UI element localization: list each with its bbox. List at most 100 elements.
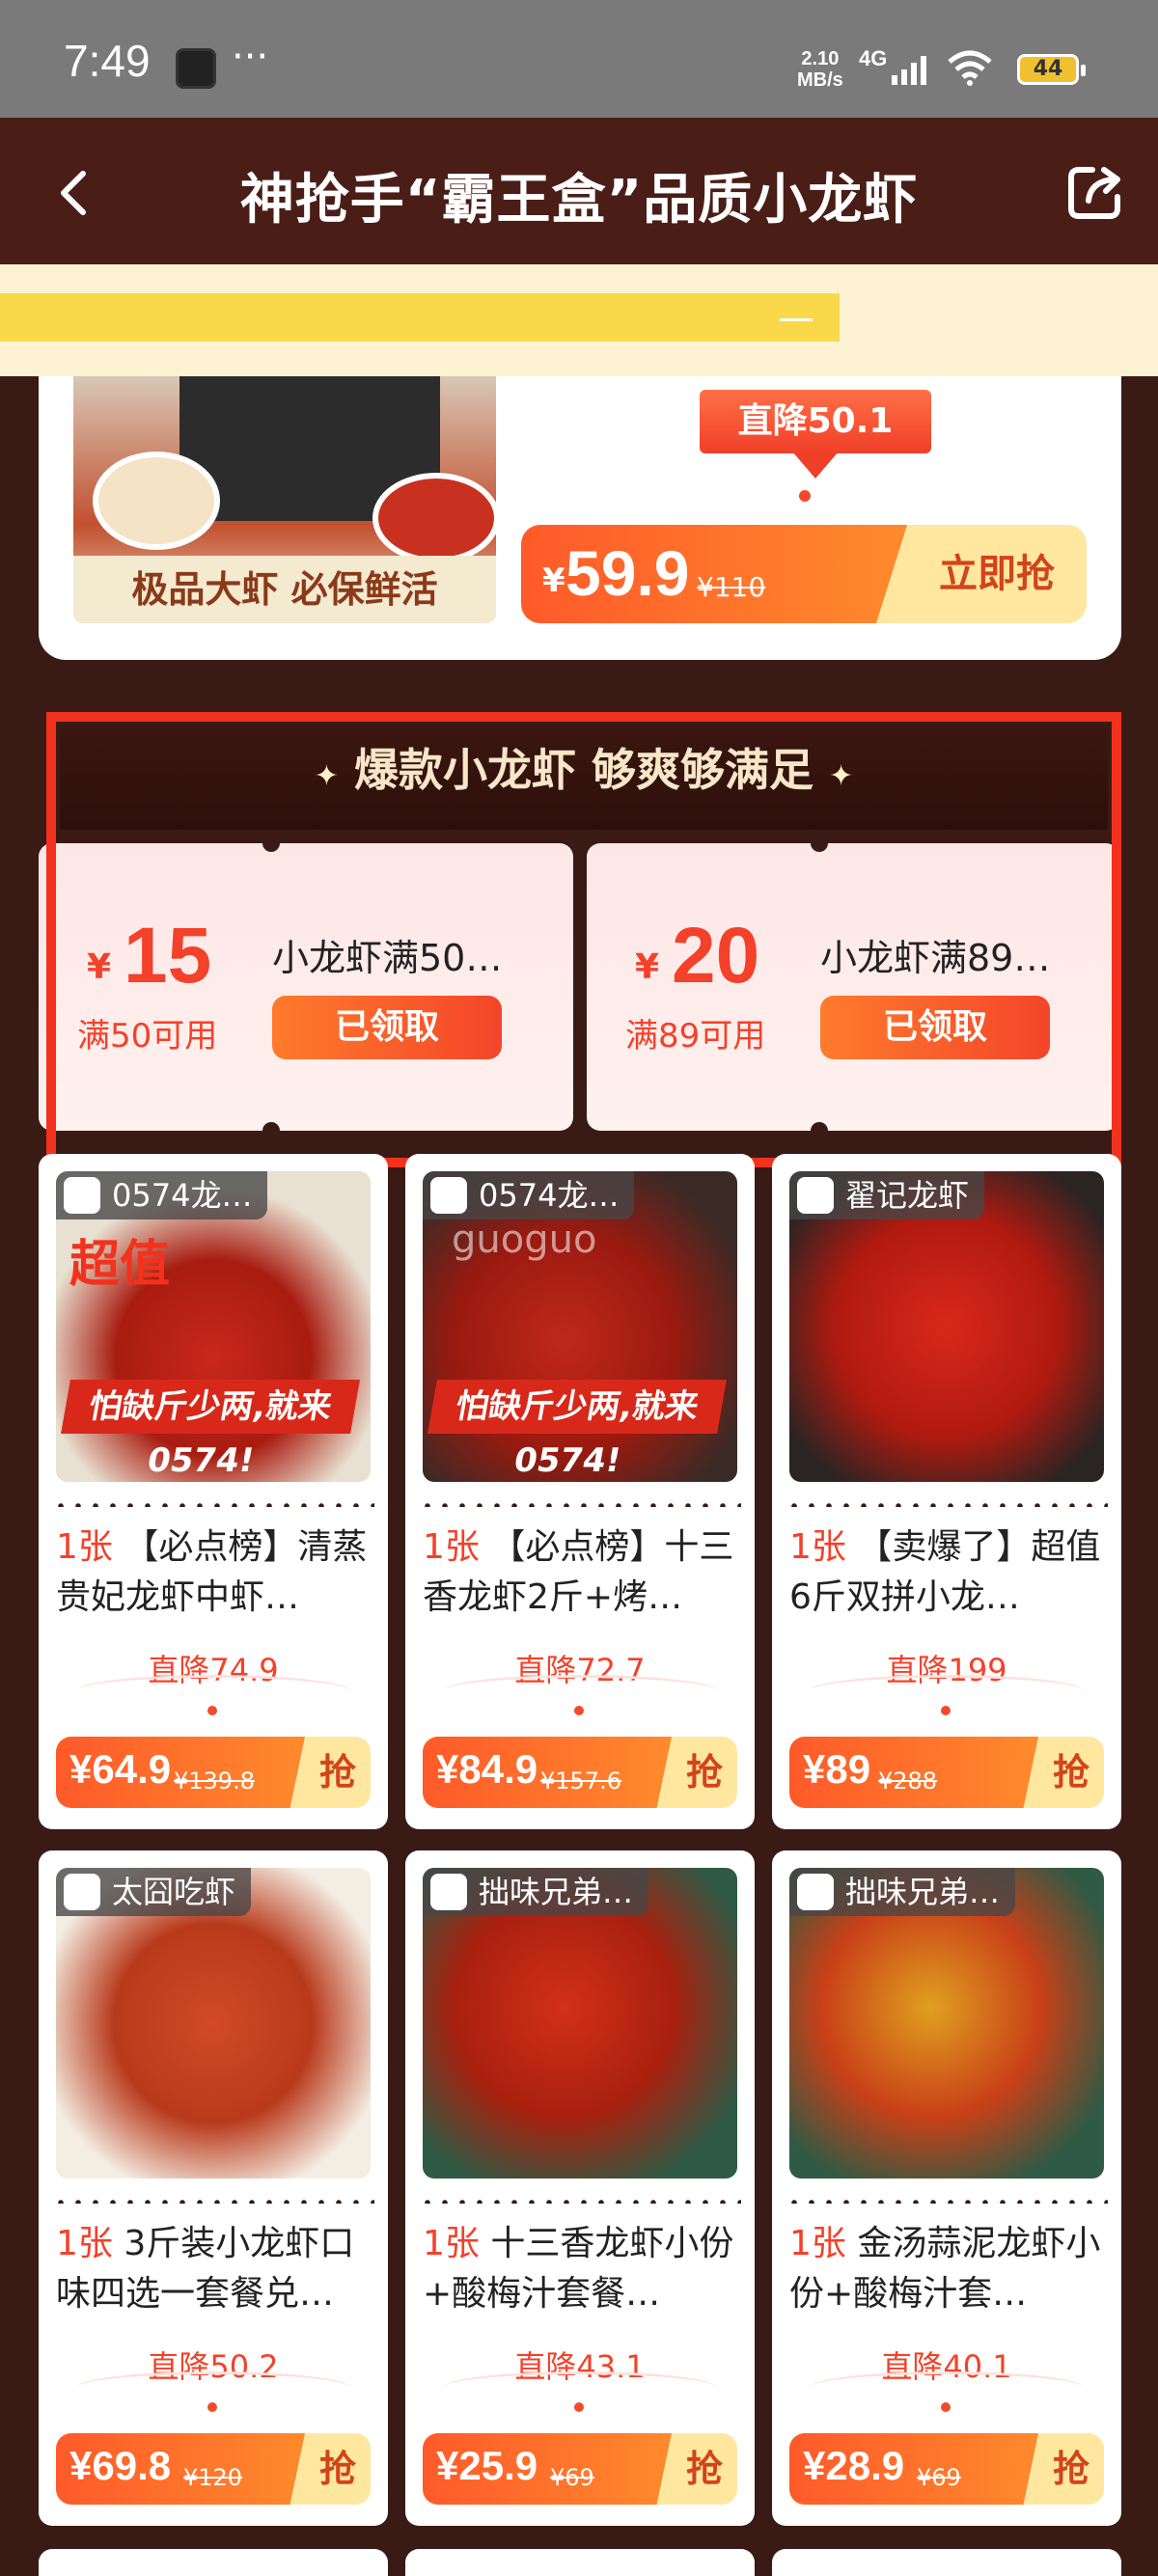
shop-tag: 拙味兄弟… <box>423 1868 649 1916</box>
price: ¥28.9 <box>803 2443 905 2488</box>
grab-button[interactable]: 抢 <box>1038 1737 1104 1808</box>
product-card[interactable]: 超值 怕缺斤少两,就来0574! 0574龙… 1张 【必点榜】清蒸贵妃龙虾中虾… <box>39 1154 388 1829</box>
original-price: ¥288 <box>878 1768 938 1795</box>
shop-name: 太囧吃虾 <box>112 1874 236 1910</box>
voucher-count: 1张 <box>56 1527 113 1567</box>
product-title: 1张 十三香龙虾小份+酸梅汁套餐… <box>423 2219 737 2319</box>
shop-logo-icon <box>797 1177 834 1214</box>
shop-name: 翟记龙虾 <box>845 1177 970 1214</box>
price-bar[interactable]: ¥84.9 ¥157.6 抢 <box>423 1737 737 1808</box>
product-title: 1张 【卖爆了】超值6斤双拼小龙… <box>789 1522 1104 1623</box>
grab-button[interactable]: 抢 <box>305 2433 371 2505</box>
dotted-divider <box>786 2200 1108 2204</box>
shop-logo-icon <box>430 1874 467 1910</box>
wifi-icon <box>948 50 992 86</box>
grab-button[interactable]: 抢 <box>672 2433 737 2505</box>
image-watermark: guoguo <box>452 1218 597 1262</box>
product-title: 1张 3斤装小龙虾口味四选一套餐兑… <box>56 2219 371 2319</box>
price-dot <box>574 2402 584 2412</box>
notice-bar <box>0 293 840 342</box>
discount-label: 直降43.1 <box>405 2343 755 2387</box>
status-bar: 7:49 ··· 2.10 MB/s 4G 44 <box>0 0 1158 118</box>
signal-icon <box>892 56 926 85</box>
shop-name: 拙味兄弟… <box>479 1874 634 1910</box>
voucher-count: 1张 <box>423 2224 480 2263</box>
hero-bowl-right <box>372 473 496 563</box>
product-card-peek[interactable] <box>405 2549 755 2576</box>
product-card[interactable]: 翟记龙虾 1张 【卖爆了】超值6斤双拼小龙… 直降199 ¥89 ¥288 抢 <box>772 1154 1121 1829</box>
hero-deal-card[interactable]: 极品大虾 必保鲜活 直降50.1 ¥ 59.9 ¥110 立即抢 <box>39 376 1121 660</box>
shop-logo-icon <box>64 1177 100 1214</box>
shop-name: 0574龙… <box>479 1177 620 1214</box>
notice-banner[interactable] <box>0 264 1158 376</box>
shop-name: 拙味兄弟… <box>845 1874 1001 1910</box>
price-bar[interactable]: ¥69.8 ¥120 抢 <box>56 2433 371 2505</box>
price-area: ¥89 ¥288 <box>789 1737 1038 1808</box>
price: ¥25.9 <box>436 2443 538 2488</box>
price-area: ¥64.9 ¥139.8 <box>56 1737 305 1808</box>
price-area: ¥25.9 ¥69 <box>423 2433 672 2505</box>
original-price: ¥69 <box>550 2464 594 2491</box>
price-area: ¥69.8 ¥120 <box>56 2433 305 2505</box>
product-card-peek[interactable] <box>772 2549 1121 2576</box>
network-speed: 2.10 MB/s <box>797 48 843 91</box>
shop-tag: 0574龙… <box>423 1171 635 1219</box>
price-dot <box>941 1706 951 1715</box>
shop-tag: 0574龙… <box>56 1171 268 1219</box>
speed-unit: MB/s <box>797 69 843 91</box>
price-dot <box>574 1706 584 1715</box>
product-card[interactable]: 拙味兄弟… 1张 金汤蒜泥龙虾小份+酸梅汁套… 直降40.1 ¥28.9 ¥69 … <box>772 1850 1121 2526</box>
original-price: ¥157.6 <box>540 1768 621 1795</box>
shop-logo-icon <box>797 1874 834 1910</box>
shop-tag: 翟记龙虾 <box>789 1171 985 1219</box>
product-title: 1张 【必点榜】清蒸贵妃龙虾中虾… <box>56 1522 371 1623</box>
coupon-highlight-frame <box>46 712 1121 1167</box>
price-bar[interactable]: ¥64.9 ¥139.8 抢 <box>56 1737 371 1808</box>
discount-arc <box>77 2371 349 2403</box>
page-title: 神抢手“霸王盒”品质小龙虾 <box>239 169 919 232</box>
price-dot <box>207 2402 217 2412</box>
price-area: ¥84.9 ¥157.6 <box>423 1737 672 1808</box>
product-image-banner: 怕缺斤少两,就来0574! <box>61 1380 360 1480</box>
original-price: ¥120 <box>183 2464 243 2491</box>
voucher-count: 1张 <box>789 2224 846 2263</box>
more-notifications-icon: ··· <box>232 35 269 79</box>
grab-button[interactable]: 抢 <box>672 1737 737 1808</box>
price-area: ¥28.9 ¥69 <box>789 2433 1038 2505</box>
hero-bowl-left <box>93 452 220 550</box>
product-card[interactable]: 太囧吃虾 1张 3斤装小龙虾口味四选一套餐兑… 直降50.2 ¥69.8 ¥120… <box>39 1850 388 2526</box>
price-bar[interactable]: ¥25.9 ¥69 抢 <box>423 2433 737 2505</box>
shop-tag: 太囧吃虾 <box>56 1868 252 1916</box>
discount-arc <box>811 1675 1083 1707</box>
grab-button[interactable]: 抢 <box>1038 2433 1104 2505</box>
discount-label: 直降199 <box>772 1646 1121 1690</box>
dotted-divider <box>52 2200 374 2204</box>
dotted-divider <box>786 1503 1108 1507</box>
price: ¥89 <box>803 1746 871 1792</box>
discount-arc <box>444 2371 716 2403</box>
product-card[interactable]: guoguo 怕缺斤少两,就来0574! 0574龙… 1张 【必点榜】十三香龙… <box>405 1154 755 1829</box>
hero-price-dot <box>799 490 811 502</box>
battery-icon: 44 <box>1017 54 1086 85</box>
app-notification-icon <box>176 48 216 89</box>
product-card[interactable]: 拙味兄弟… 1张 十三香龙虾小份+酸梅汁套餐… 直降43.1 ¥25.9 ¥69 … <box>405 1850 755 2526</box>
hero-price-bar[interactable]: ¥ 59.9 ¥110 立即抢 <box>521 525 1087 623</box>
hero-image-caption: 极品大虾 必保鲜活 <box>73 556 496 623</box>
price-bar[interactable]: ¥28.9 ¥69 抢 <box>789 2433 1104 2505</box>
price-bar[interactable]: ¥89 ¥288 抢 <box>789 1737 1104 1808</box>
discount-label: 直降74.9 <box>39 1646 388 1690</box>
price-dot <box>941 2402 951 2412</box>
grab-button[interactable]: 抢 <box>305 1737 371 1808</box>
share-icon[interactable] <box>1065 162 1125 222</box>
price: ¥84.9 <box>436 1746 538 1792</box>
product-card-peek[interactable] <box>39 2549 388 2576</box>
discount-label: 直降72.7 <box>405 1646 755 1690</box>
original-price: ¥69 <box>917 2464 961 2491</box>
voucher-count: 1张 <box>789 1527 846 1567</box>
discount-label: 直降40.1 <box>772 2343 1121 2387</box>
page-header: 神抢手“霸王盒”品质小龙虾 <box>0 118 1158 264</box>
hero-buy-button[interactable]: 立即抢 <box>907 525 1087 623</box>
hero-price: 59.9 <box>565 537 690 609</box>
discount-arc <box>77 1675 349 1707</box>
hero-original-price: ¥110 <box>697 571 766 603</box>
